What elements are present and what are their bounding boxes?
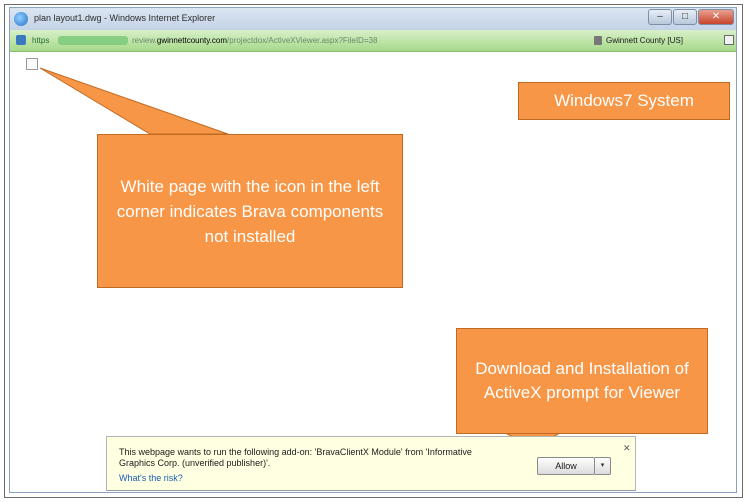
system-callout: Windows7 System [518, 82, 730, 120]
redacted-url-part [58, 36, 128, 45]
minimize-button[interactable]: – [648, 9, 672, 25]
compatibility-view-icon[interactable] [724, 35, 734, 45]
download-callout: Download and Installation of ActiveX pro… [456, 328, 708, 434]
infobar-close-icon[interactable]: ✕ [623, 443, 631, 454]
window-title: plan layout1.dwg - Windows Internet Expl… [34, 13, 216, 23]
url-text[interactable]: review.gwinnettcounty.com/projectdox/Act… [132, 36, 377, 45]
page-icon [16, 35, 26, 45]
maximize-button[interactable]: □ [673, 9, 697, 25]
activex-infobar[interactable]: This webpage wants to run the following … [106, 436, 636, 491]
url-path: /projectdox/ActiveXViewer.aspx?FileID=38 [227, 36, 378, 45]
allow-button[interactable]: Allow [537, 457, 595, 475]
address-bar[interactable]: https review.gwinnettcounty.com/projectd… [10, 30, 736, 52]
whats-the-risk-link[interactable]: What's the risk? [119, 473, 183, 483]
url-path-prefix: review. [132, 36, 157, 45]
close-button[interactable]: ✕ [698, 9, 734, 25]
ie-logo-icon [14, 12, 28, 26]
white-page-callout: White page with the icon in the left cor… [97, 134, 403, 288]
lock-icon[interactable] [594, 36, 602, 45]
url-domain: gwinnettcounty.com [156, 36, 228, 45]
site-identity[interactable]: Gwinnett County [US] [606, 36, 683, 45]
allow-dropdown-chevron-icon[interactable]: ▾ [595, 457, 611, 475]
url-scheme: https [32, 36, 50, 45]
broken-plugin-icon [26, 58, 38, 70]
infobar-message: This webpage wants to run the following … [119, 447, 472, 468]
title-bar[interactable]: plan layout1.dwg - Windows Internet Expl… [10, 8, 736, 30]
